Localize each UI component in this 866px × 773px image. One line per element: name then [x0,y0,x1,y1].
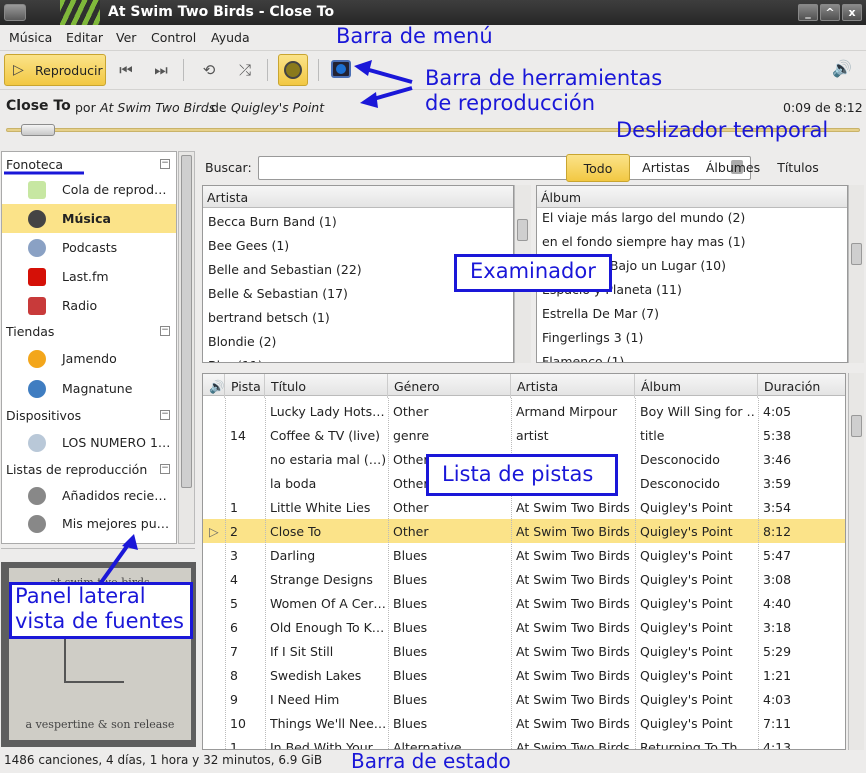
annotation-arrows [4,60,413,586]
